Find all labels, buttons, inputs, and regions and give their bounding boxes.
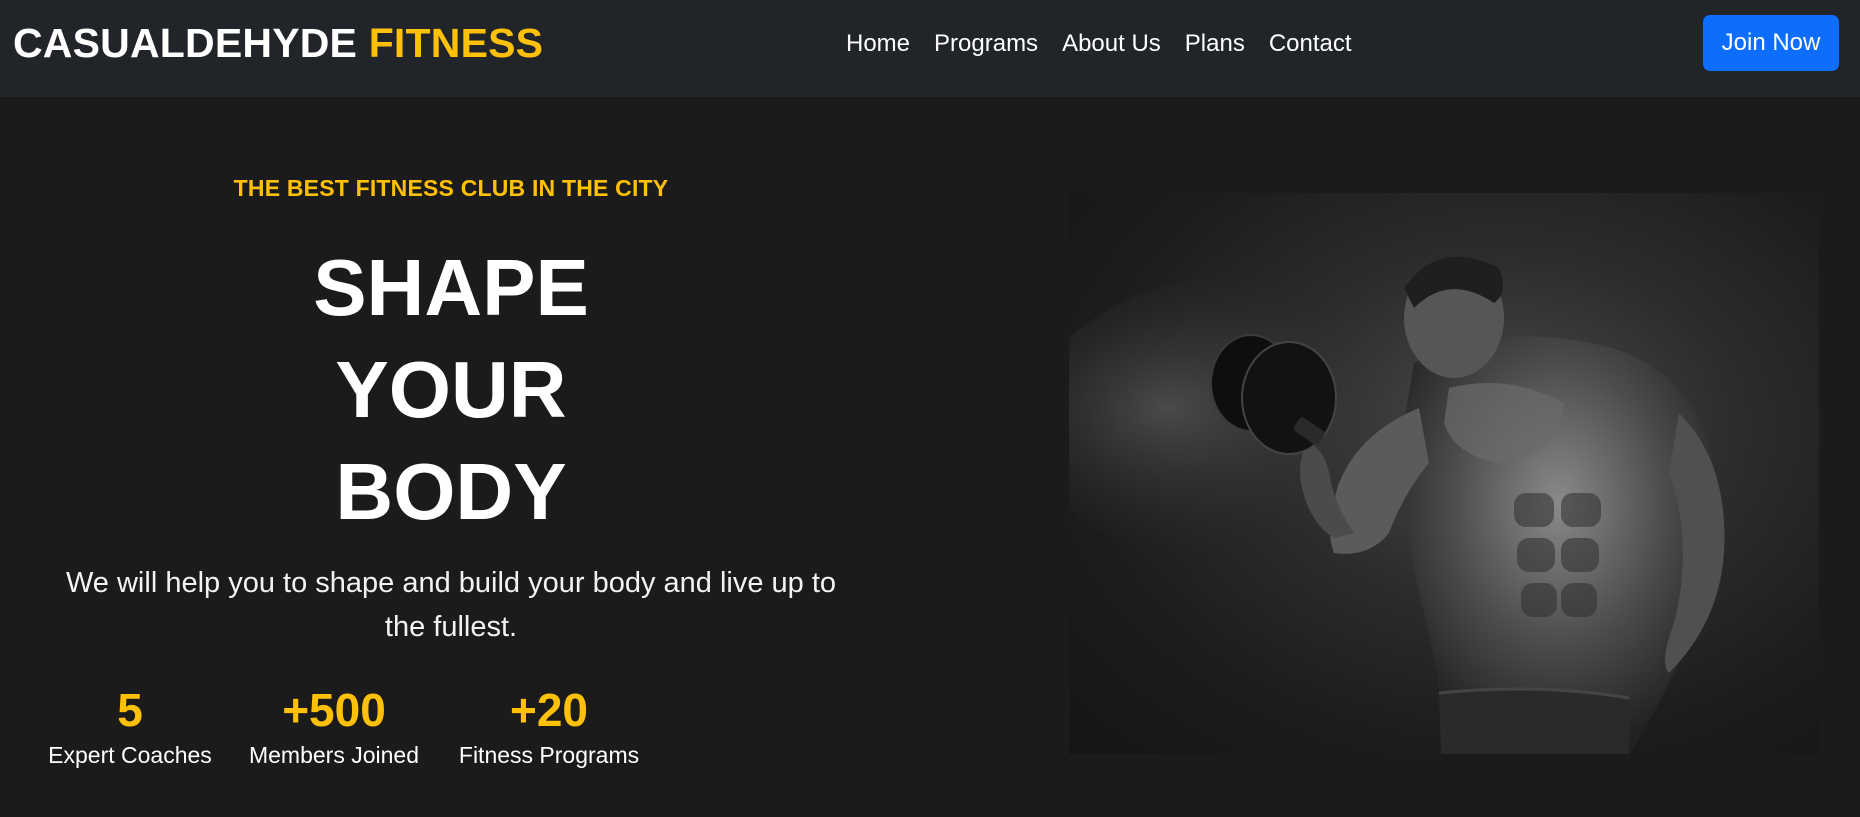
stat-label: Expert Coaches [48, 742, 212, 768]
stat-value: +20 [509, 684, 589, 736]
headline-line-1: SHAPE [313, 243, 589, 332]
brand-accent: FITNESS [368, 20, 544, 66]
headline-line-3: BODY [335, 447, 567, 536]
hero-eyebrow: THE BEST FITNESS CLUB IN THE CITY [233, 175, 669, 201]
stat-expert-coaches: 5 Expert Coaches [48, 684, 212, 770]
stat-fitness-programs: +20 Fitness Programs [455, 684, 643, 770]
brand-logo[interactable]: CASUALDEHYDE FITNESS [13, 20, 543, 67]
stat-members-joined: +500 Members Joined [244, 684, 424, 770]
bodybuilder-illustration [1069, 256, 1725, 754]
hero-subtitle: We will help you to shape and build your… [65, 567, 837, 643]
hero-section: THE BEST FITNESS CLUB IN THE CITY SHAPE … [0, 97, 902, 817]
nav-link-about-us[interactable]: About Us [1062, 30, 1161, 58]
hero-headline: SHAPE YOUR BODY [0, 237, 902, 543]
stat-label: Fitness Programs [458, 742, 640, 768]
bodybuilder-photo [1069, 193, 1819, 754]
main-nav: Home Programs About Us Plans Contact [846, 30, 1352, 58]
nav-link-plans[interactable]: Plans [1185, 30, 1245, 58]
stat-value: +500 [282, 684, 386, 736]
stat-value: 5 [117, 684, 143, 736]
nav-link-contact[interactable]: Contact [1269, 30, 1352, 58]
headline-line-2: YOUR [335, 345, 567, 434]
nav-link-home[interactable]: Home [846, 30, 910, 58]
brand-name: CASUALDEHYDE [13, 20, 358, 66]
stat-label: Members Joined [248, 742, 420, 768]
navbar: CASUALDEHYDE FITNESS Home Programs About… [0, 0, 1860, 97]
nav-link-programs[interactable]: Programs [934, 30, 1038, 58]
join-now-button[interactable]: Join Now [1703, 15, 1839, 71]
